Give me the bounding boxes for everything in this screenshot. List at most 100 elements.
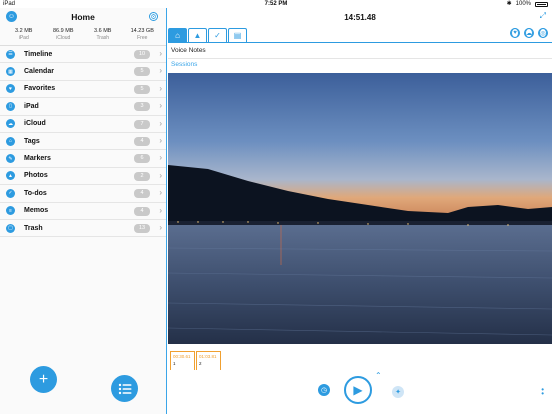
main-panel: 14:51.48 ⤢ ⌂ ▲ ✓ ▤ ♥ ☁ ◎ Voice Notes Ses… [168, 8, 552, 414]
count-badge: 13 [134, 223, 150, 233]
tab-bar: ⌂ ▲ ✓ ▤ [168, 28, 248, 42]
sidebar-list: ☰ Timeline 10 › ▦ Calendar 5 › ♥ Favorites 5 › ▯ i… [0, 46, 166, 238]
session-number: 2 [199, 361, 202, 366]
sidebar-item-markers[interactable]: ✎ Markers 6 › [0, 150, 166, 168]
tab-divider [168, 42, 552, 43]
play-icon: ▶ [353, 383, 363, 397]
cloud-button[interactable]: ☁ [524, 28, 534, 38]
todo-icon: ✓ [6, 188, 15, 198]
status-bar: iPad 7:52 PM ✱ 100% [0, 0, 552, 8]
sidebar-item-ipad[interactable]: ▯ iPad 3 › [0, 98, 166, 116]
chevron-right-icon: › [159, 135, 162, 145]
storage-value: 3.6 MB [94, 28, 112, 34]
note-actions: ♥ ☁ ◎ [510, 28, 548, 38]
session-number: 1 [173, 361, 176, 366]
sessions-link[interactable]: Sessions [171, 61, 197, 68]
plus-icon: + [38, 370, 49, 388]
sidebar-item-photos[interactable]: ▲ Photos 2 › [0, 168, 166, 186]
heart-icon: ♥ [6, 84, 15, 94]
timeline-icon: ☰ [6, 49, 15, 59]
chevron-right-icon: › [159, 188, 162, 198]
check-icon: ✓ [214, 31, 221, 40]
sidebar: ☺ Home ⚙ 3.2 MB iPad 86.9 MB iCloud 3.6 … [0, 8, 167, 414]
chevron-right-icon: › [159, 49, 162, 58]
tab-document[interactable]: ▤ [228, 28, 247, 42]
storage-label: Free [137, 35, 148, 41]
note-title[interactable]: Voice Notes [171, 47, 206, 54]
storage-value: 3.2 MB [15, 28, 33, 34]
more-options-button[interactable]: • • [541, 386, 544, 398]
storage-label: iCloud [56, 35, 71, 41]
storage-summary: 3.2 MB iPad 86.9 MB iCloud 3.6 MB Trash … [0, 28, 166, 46]
list-menu-button[interactable] [111, 375, 138, 402]
count-badge: 4 [134, 206, 150, 216]
sidebar-item-trash[interactable]: ▢ Trash 13 › [0, 220, 166, 238]
sidebar-item-memos[interactable]: ≡ Memos 4 › [0, 203, 166, 220]
battery-icon [535, 1, 548, 7]
globe-button[interactable]: ◎ [538, 28, 548, 38]
sidebar-item-label: Trash [24, 224, 43, 232]
globe-icon: ◎ [539, 28, 547, 38]
sidebar-title: Home [71, 12, 95, 22]
play-button[interactable]: ▶ [344, 376, 372, 404]
calendar-icon: ▦ [6, 67, 15, 77]
chevron-right-icon: › [159, 101, 162, 111]
sidebar-item-todos[interactable]: ✓ To-dos 4 › [0, 185, 166, 203]
expand-icon[interactable]: ⤢ [540, 11, 546, 21]
sidebar-item-label: Markers [24, 155, 51, 163]
document-icon: ▤ [233, 31, 242, 40]
divider [168, 58, 552, 59]
note-photo[interactable] [168, 73, 552, 344]
count-badge: 5 [134, 84, 150, 94]
count-badge: 10 [134, 50, 150, 59]
add-timestamp-button[interactable]: ◷ [318, 384, 330, 396]
sidebar-item-calendar[interactable]: ▦ Calendar 5 › [0, 63, 166, 81]
lake-sunset-image [168, 73, 552, 344]
sidebar-item-label: Timeline [24, 50, 53, 58]
favorite-button[interactable]: ♥ [510, 28, 520, 38]
count-badge: 5 [134, 67, 150, 77]
status-right: ✱ 100% [507, 0, 548, 8]
sidebar-item-label: Tags [24, 137, 40, 145]
tab-home[interactable]: ⌂ [168, 28, 187, 42]
sidebar-item-label: Calendar [24, 68, 54, 76]
sidebar-item-icloud[interactable]: ☁ iCloud 7 › [0, 116, 166, 133]
sidebar-item-label: Photos [24, 172, 48, 180]
tab-todos[interactable]: ✓ [208, 28, 227, 42]
cloud-icon: ☁ [6, 119, 15, 129]
memo-icon: ≡ [6, 206, 15, 216]
recording-clock: 14:51.48 [344, 13, 376, 22]
gear-icon: ⚙ [150, 13, 157, 21]
sidebar-item-tags[interactable]: ⌂ Tags 4 › [0, 133, 166, 151]
marker-button[interactable]: ✦ [392, 386, 404, 398]
heart-icon: ♥ [511, 28, 519, 38]
count-badge: 4 [134, 189, 150, 199]
chevron-up-icon[interactable]: ⌃ [375, 371, 382, 380]
photo-icon: ▲ [6, 171, 15, 181]
ipad-icon: ▯ [6, 101, 15, 111]
chevron-right-icon: › [159, 170, 162, 180]
storage-free: 14.23 GB Free [123, 28, 163, 45]
marker-icon: ✎ [6, 154, 15, 164]
status-time: 7:52 PM [264, 1, 288, 7]
sidebar-item-label: To-dos [24, 189, 47, 197]
clock-plus-icon: ◷ [320, 387, 328, 394]
storage-value: 14.23 GB [130, 28, 154, 34]
battery-percent: 100% [515, 1, 531, 7]
chevron-right-icon: › [159, 118, 162, 128]
chevron-right-icon: › [159, 83, 162, 93]
chevron-right-icon: › [159, 153, 162, 163]
add-button[interactable]: + [30, 366, 57, 393]
sidebar-item-favorites[interactable]: ♥ Favorites 5 › [0, 81, 166, 99]
settings-button[interactable]: ⚙ [149, 12, 158, 21]
tag-icon: ⌂ [6, 136, 15, 146]
storage-value: 86.9 MB [53, 28, 74, 34]
tab-photos[interactable]: ▲ [188, 28, 207, 42]
storage-label: Trash [96, 35, 110, 41]
count-badge: 4 [134, 136, 150, 146]
bluetooth-icon: ✱ [506, 1, 512, 7]
session-time: 00:30.61 [173, 354, 191, 359]
sidebar-item-label: iCloud [24, 120, 46, 128]
sidebar-item-timeline[interactable]: ☰ Timeline 10 › [0, 46, 166, 64]
count-badge: 6 [134, 154, 150, 164]
